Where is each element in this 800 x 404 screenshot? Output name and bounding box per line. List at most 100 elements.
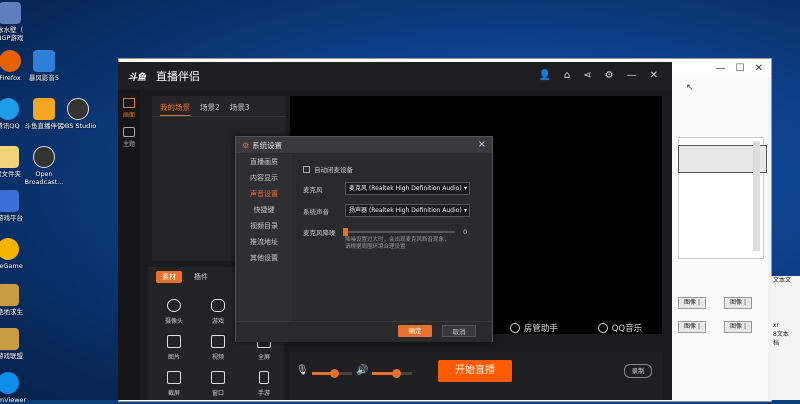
tab-my-scene[interactable]: 我的场景 bbox=[160, 102, 190, 116]
dialog-title-bar[interactable]: ⚙ 系统设置 bbox=[236, 137, 492, 153]
dialog-title: 系统设置 bbox=[252, 140, 283, 150]
image-button[interactable]: 图像 | bbox=[678, 321, 706, 333]
close-icon[interactable]: ✕ bbox=[755, 63, 763, 74]
system-sound-label: 系统声音 bbox=[303, 207, 329, 216]
music-icon bbox=[597, 323, 608, 333]
settings-nav-stream-url[interactable]: 推流地址 bbox=[236, 234, 292, 250]
room-manager-button[interactable]: 房管助手 bbox=[509, 322, 558, 334]
teamviewer-icon bbox=[0, 372, 19, 394]
mic-volume-knob[interactable] bbox=[330, 369, 339, 378]
helper-bar: 房管助手 QQ音乐 bbox=[490, 315, 662, 341]
firefox-icon bbox=[0, 50, 21, 72]
crop-icon bbox=[167, 371, 181, 384]
desktop-icon-wegame[interactable]: WeGame bbox=[0, 238, 28, 270]
close-icon[interactable]: × bbox=[478, 139, 486, 150]
chevron-down-icon: ▾ bbox=[463, 207, 467, 214]
material-game[interactable]: 游戏 bbox=[202, 299, 234, 325]
cancel-button[interactable]: 取消 bbox=[442, 325, 476, 337]
wegame-icon bbox=[0, 238, 19, 260]
speaker-icon[interactable]: 🔊 bbox=[356, 365, 368, 376]
settings-icon[interactable]: ⚙ bbox=[605, 70, 614, 82]
image-button[interactable]: 图像 | bbox=[724, 297, 752, 309]
material-crop[interactable]: 截屏 bbox=[158, 371, 190, 397]
share-icon[interactable]: ⋖ bbox=[583, 70, 591, 82]
tab-scene-2[interactable]: 场景2 bbox=[200, 102, 220, 116]
sound-settings: 自动闭麦设备 麦克风 麦克风 (Realtek High Definition … bbox=[293, 154, 492, 321]
scrollbar[interactable] bbox=[753, 141, 760, 251]
settings-nav-hotkeys[interactable]: 快捷键 bbox=[236, 202, 292, 218]
obs-icon bbox=[33, 146, 55, 168]
desktop-icon-obs[interactable]: OBS Studio bbox=[58, 98, 98, 130]
ok-button[interactable]: 确定 bbox=[398, 325, 432, 337]
video-icon bbox=[211, 335, 225, 348]
desktop-icon-obs-broadcast[interactable]: Open Broadcast... bbox=[24, 146, 64, 186]
system-sound-select[interactable]: 扬声器 (Realtek High Definition Audio) ▾ bbox=[345, 204, 470, 217]
title-bar[interactable]: 斗鱼 直播伴侣 👤 ⌂ ⋖ ⚙ — ✕ bbox=[118, 62, 672, 90]
maximize-icon[interactable]: ☐ bbox=[736, 63, 745, 74]
material-window[interactable]: 窗口 bbox=[202, 371, 234, 397]
camera-icon bbox=[167, 299, 181, 312]
system-sound-row: 系统声音 扬声器 (Realtek High Definition Audio)… bbox=[303, 204, 470, 217]
window-icon bbox=[211, 371, 225, 384]
nav-item-theme[interactable]: 主题 bbox=[118, 127, 140, 148]
mic-select[interactable]: 麦克风 (Realtek High Definition Audio) ▾ bbox=[345, 182, 470, 195]
speaker-volume-slider[interactable] bbox=[372, 369, 412, 378]
settings-nav-video-dir[interactable]: 视频目录 bbox=[236, 218, 292, 234]
mobile-icon bbox=[259, 371, 269, 384]
start-live-button[interactable]: 开始直播 bbox=[438, 360, 512, 382]
settings-nav-sound[interactable]: 声音设置 bbox=[236, 186, 292, 202]
background-side-panel: ↖ 图像 | 图像 | 图像 | 图像 | bbox=[667, 77, 768, 400]
tab-scene-3[interactable]: 场景3 bbox=[230, 102, 250, 116]
person-icon bbox=[509, 323, 520, 333]
theme-icon bbox=[123, 127, 135, 137]
close-icon[interactable]: ✕ bbox=[650, 70, 658, 82]
minimize-icon[interactable]: — bbox=[716, 63, 726, 74]
home-icon[interactable]: ⌂ bbox=[564, 70, 570, 82]
mic-volume-slider[interactable] bbox=[312, 369, 352, 378]
desktop-icon-baofeng[interactable]: 暴风影音5 bbox=[24, 50, 64, 82]
right-edge-panel: 文本文 xr 8文本 档 bbox=[771, 276, 800, 400]
desktop-icon-pubg[interactable]: 1绝地求生 bbox=[0, 284, 28, 316]
left-nav: 画面 主题 bbox=[118, 90, 140, 400]
app-icon bbox=[0, 2, 21, 24]
mic-label: 麦克风 bbox=[303, 185, 323, 194]
dialog-footer: 确定 取消 bbox=[236, 321, 492, 342]
app-title: 直播伴侣 bbox=[156, 70, 201, 83]
auto-mute-checkbox[interactable] bbox=[303, 165, 310, 173]
folder-icon bbox=[0, 146, 19, 168]
settings-nav-content[interactable]: 内容显示 bbox=[236, 170, 292, 186]
scene-tabs: 我的场景 场景2 场景3 bbox=[152, 96, 286, 117]
titlebar-icons: 👤 ⌂ ⋖ ⚙ — ✕ bbox=[538, 70, 658, 82]
nav-item-screen[interactable]: 画面 bbox=[118, 98, 140, 119]
image-button[interactable]: 图像 | bbox=[724, 321, 752, 333]
settings-nav: 直播画质 内容显示 声音设置 快捷键 视频目录 推流地址 其他设置 bbox=[236, 154, 292, 321]
image-button[interactable]: 图像 | bbox=[678, 297, 706, 309]
noise-hint: 降噪设置过大时，会出现麦克风断音现象， 请根据周围环境合理设置 bbox=[345, 237, 450, 250]
desktop-icon-game-union[interactable]: 1游戏联盟 bbox=[0, 328, 28, 360]
record-button[interactable]: 录制 bbox=[624, 364, 652, 378]
noise-reduction-knob[interactable] bbox=[343, 228, 348, 236]
desktop-icon-ngp[interactable]: 冰水壁（ NGP游戏 bbox=[0, 2, 30, 42]
settings-nav-other[interactable]: 其他设置 bbox=[236, 250, 292, 266]
tab-plugins[interactable]: 插件 bbox=[188, 271, 214, 283]
material-image[interactable]: 图片 bbox=[158, 335, 190, 361]
mic-row: 麦克风 麦克风 (Realtek High Definition Audio) … bbox=[303, 182, 470, 195]
image-icon bbox=[167, 335, 181, 348]
material-mobile[interactable]: 手游 bbox=[248, 371, 280, 397]
tab-materials[interactable]: 素材 bbox=[156, 271, 182, 283]
noise-reduction-slider[interactable] bbox=[343, 228, 455, 236]
gear-icon: ⚙ bbox=[242, 140, 250, 150]
desktop-icon-game-platform[interactable]: 1游戏平台 bbox=[0, 190, 28, 222]
material-video[interactable]: 视频 bbox=[202, 335, 234, 361]
user-icon[interactable]: 👤 bbox=[538, 70, 550, 82]
material-camera[interactable]: 摄像头 bbox=[158, 299, 190, 325]
desktop-icon-teamviewer[interactable]: eamViewer bbox=[0, 372, 28, 404]
speaker-volume-knob[interactable] bbox=[392, 369, 401, 378]
qq-music-button[interactable]: QQ音乐 bbox=[597, 322, 642, 334]
settings-nav-quality[interactable]: 直播画质 bbox=[236, 154, 292, 170]
minimize-icon[interactable]: — bbox=[627, 70, 637, 82]
baofeng-icon bbox=[33, 50, 55, 72]
auto-mute-label: 自动闭麦设备 bbox=[314, 166, 353, 174]
douyu-logo: 斗鱼 bbox=[128, 72, 147, 83]
microphone-icon[interactable]: 🎙 bbox=[296, 365, 309, 376]
